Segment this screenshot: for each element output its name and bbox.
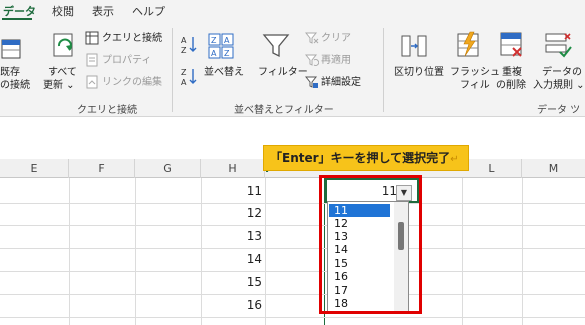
cell-h-row3[interactable]: 13 — [201, 229, 262, 243]
cell-h-row1[interactable]: 11 — [201, 184, 262, 198]
text-to-columns-icon — [401, 35, 427, 57]
column-header-f[interactable]: F — [69, 159, 135, 178]
existing-connections-icon — [1, 39, 21, 59]
svg-text:A: A — [224, 36, 230, 45]
properties-icon — [86, 53, 98, 67]
group-label-data-tools: データ ツ — [537, 105, 581, 116]
queries-icon — [85, 31, 99, 45]
svg-text:A: A — [181, 36, 187, 45]
sort-dialog-icon: Z A A Z — [208, 33, 234, 59]
svg-text:Z: Z — [181, 46, 187, 55]
column-header-l[interactable]: L — [462, 159, 522, 178]
svg-text:Z: Z — [211, 36, 217, 45]
data-validation-icon — [545, 33, 572, 58]
tab-view[interactable]: 表示 — [92, 3, 114, 19]
group-label-queries: クエリと接続 — [77, 105, 137, 116]
return-icon: ↵ — [450, 154, 459, 165]
group-separator — [383, 28, 384, 112]
clear-filter-icon — [305, 32, 319, 44]
ribbon-tab-bar: データ 校閲 表示 ヘルプ — [0, 0, 585, 22]
column-header-m[interactable]: M — [522, 159, 585, 178]
ribbon: 既存 の接続 すべて 更新 ⌄ クエリと接続 プロパティ リンクの編集 クエリと… — [0, 22, 585, 117]
cell-h-row4[interactable]: 14 — [201, 252, 262, 266]
edit-links-icon — [86, 75, 98, 89]
instruction-callout: 「Enter」キーを押して選択完了↵ — [263, 145, 469, 171]
callout-text: 「Enter」キーを押して選択完了 — [270, 151, 451, 165]
column-header-e[interactable]: E — [0, 159, 69, 178]
remove-duplicates-icon — [500, 32, 522, 57]
worksheet-grid[interactable]: 11 12 13 14 15 16 — [0, 178, 585, 325]
svg-text:A: A — [211, 49, 217, 58]
filter-funnel-icon — [262, 34, 290, 58]
tab-review[interactable]: 校閲 — [52, 3, 74, 19]
svg-text:A: A — [181, 78, 187, 87]
sort-ascending-icon[interactable]: A Z — [180, 34, 200, 56]
cell-h-row2[interactable]: 12 — [201, 206, 262, 220]
column-header-g[interactable]: G — [135, 159, 201, 178]
cell-h-row5[interactable]: 15 — [201, 275, 262, 289]
sort-descending-icon[interactable]: Z A — [180, 66, 200, 88]
group-label-sort-filter: 並べ替えとフィルター — [234, 105, 334, 116]
svg-text:Z: Z — [224, 49, 230, 58]
cell-h-row6[interactable]: 16 — [201, 298, 262, 312]
active-tab-indicator — [2, 18, 32, 20]
flash-fill-icon — [457, 31, 479, 57]
column-header-h[interactable]: H — [201, 159, 265, 178]
refresh-icon — [53, 33, 73, 57]
tab-help[interactable]: ヘルプ — [132, 3, 165, 19]
tab-data[interactable]: データ — [3, 3, 36, 19]
group-separator — [172, 28, 173, 112]
highlight-box — [319, 175, 422, 314]
advanced-filter-icon — [305, 76, 318, 88]
reapply-icon — [305, 54, 319, 66]
svg-text:Z: Z — [181, 68, 187, 77]
